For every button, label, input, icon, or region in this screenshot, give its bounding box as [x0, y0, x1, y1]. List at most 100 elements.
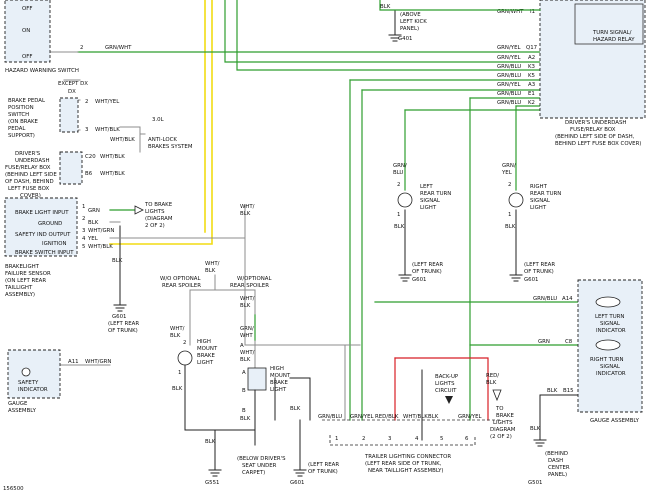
- lt-gnd-loc-1: (LEFT REAR: [412, 262, 443, 268]
- lt-name-3: SIGNAL: [420, 198, 440, 204]
- gauge-c8-wire: GRN: [538, 339, 550, 345]
- hm2-name-1: HIGH: [270, 366, 284, 372]
- sensor-name-4: TAILLIGHT: [4, 285, 33, 291]
- hazard-off-top-label: OFF: [22, 6, 32, 12]
- to-brake-line-1: TO BRAKE: [144, 202, 173, 208]
- gauge-gnd-loc-4: PANEL): [548, 472, 567, 478]
- sensor-row-4: IGNITION: [42, 241, 67, 247]
- left-rear-turn-light: GRN/ BLU 2 1 LEFT REAR TURN SIGNAL LIGHT…: [393, 163, 451, 283]
- relay-pin-6: A3: [528, 82, 535, 88]
- hm1-wire-top-1: WHT/: [170, 326, 185, 332]
- right-box-name-3: (BEHIND LEFT SIDE OF DASH,: [555, 134, 635, 140]
- conn-pin-6: 6: [465, 436, 469, 442]
- g401-loc-3: PANEL): [400, 26, 419, 32]
- gauge-left-3: INDICATOR: [596, 328, 626, 334]
- hm2-wire-a-1: WHT/: [240, 296, 255, 302]
- lt-wire-top-1: GRN/: [393, 163, 407, 169]
- hm1-name-1: HIGH: [197, 339, 211, 345]
- relay-wire-4: GRN/BLU: [497, 64, 521, 70]
- sensor-name-3: (ON LEFT REAR: [5, 278, 46, 284]
- hm2-name-2: MOUNT: [270, 373, 291, 379]
- hazard-pin-label: 2: [80, 45, 83, 51]
- lt-name-4: LIGHT: [420, 205, 437, 211]
- g401-loc-1: (ABOVE: [400, 12, 421, 18]
- hm2-pin-b2: B: [242, 408, 246, 414]
- lt-gnd-loc-2: OF TRUNK): [412, 269, 442, 275]
- rt-name-1: RIGHT: [530, 184, 548, 190]
- sensor-wire-3: WHT/GRN: [88, 228, 114, 234]
- g551-loc-3: CARPET): [242, 470, 265, 476]
- ground-g551: BLK (BELOW DRIVER'S SEAT UNDER CARPET) G…: [205, 429, 286, 486]
- sensor-wire-5: WHT/BLK: [88, 244, 113, 250]
- indicator-lamp-icon: [21, 367, 31, 377]
- left-box-name-3: FUSE/RELAY BOX: [5, 165, 51, 171]
- left-box-name-2: UNDERDASH: [15, 158, 50, 164]
- ground-icon: [509, 274, 523, 282]
- v30-label: 3.0L: [152, 117, 164, 123]
- sensor-wire-2: BLK: [88, 220, 99, 226]
- relay-pin-2: Q17: [526, 45, 537, 51]
- hm1-wire-top-2: BLK: [170, 333, 181, 339]
- left-box-name-6: LEFT FUSE BOX: [8, 186, 50, 192]
- hazard-warning-switch: OFF ON OFF HAZARD WARNING SWITCH 2 GRN/W…: [4, 0, 132, 74]
- diagram-code: 156500: [3, 486, 24, 492]
- hazard-switch-name: HAZARD WARNING SWITCH: [5, 68, 79, 74]
- brake-switch-name-4: (ON BRAKE: [8, 119, 39, 125]
- gauge-b15-wire: BLK: [547, 388, 558, 394]
- hm2-wire-c-1: WHT/: [240, 350, 255, 356]
- gauge-gnd: G501: [528, 480, 542, 486]
- relay-name-2: HAZARD RELAY: [593, 37, 635, 43]
- conn-to-brake-4: DIAGRAM: [490, 427, 516, 433]
- hm1-pin-1: 1: [178, 370, 181, 376]
- conn-wire-1: GRN/BLU: [318, 414, 342, 420]
- conn-wire-6: GRN/YEL: [458, 414, 481, 420]
- g601b-loc-2: OF TRUNK): [308, 469, 338, 475]
- relay-wire-6: GRN/YEL: [497, 82, 520, 88]
- gauge-c8-pin: C8: [565, 339, 573, 345]
- c20-pin: C20: [85, 154, 96, 160]
- hm1-name-4: LIGHT: [197, 360, 214, 366]
- gauge-gnd-loc-2: DASH: [548, 458, 563, 464]
- conn-pin-1: 1: [335, 436, 338, 442]
- c20-wire: WHT/BLK: [100, 154, 125, 160]
- conn-wire-2: GRN/YEL: [350, 414, 373, 420]
- conn-backup-3: CIRCUIT: [435, 388, 457, 394]
- sensor-name-1: BRAKELIGHT: [5, 264, 40, 270]
- rt-pin-2: 2: [508, 182, 511, 188]
- lt-name-1: LEFT: [420, 184, 433, 190]
- relay-pin-7: E1: [528, 91, 535, 97]
- conn-wire-5: BLK: [428, 414, 439, 420]
- center-wht-blk-1a: WHT/: [240, 204, 255, 210]
- gauge-a14-pin: A14: [562, 296, 573, 302]
- relay-pin-8: K2: [528, 100, 535, 106]
- lt-name-2: REAR TURN: [420, 191, 451, 197]
- to-brake-line-3: (DIAGRAM: [145, 216, 173, 222]
- trailer-lighting-connector: GRN/BLU GRN/YEL RED/BLK WHT/BLK BLK GRN/…: [318, 373, 516, 474]
- safety-ind-line-2: INDICATOR: [18, 387, 48, 393]
- g601b-label: G601: [290, 480, 304, 486]
- conn-to-brake-3: LIGHTS: [493, 420, 513, 426]
- rt-name-2: REAR TURN: [530, 191, 561, 197]
- right-turn-indicator-icon: [595, 339, 621, 351]
- sensor-pin-3: 3: [82, 228, 85, 234]
- sensor-row-5: BRAKE SWITCH INPUT: [15, 250, 74, 256]
- g401-wire: BLK: [380, 4, 391, 10]
- g401-loc-2: LEFT KICK: [400, 19, 427, 25]
- hm1-wire-bot: BLK: [172, 386, 183, 392]
- conn-wire-3: RED/BLK: [375, 414, 399, 420]
- right-box-name-1: DRIVER'S UNDERDASH: [565, 120, 626, 126]
- ground-icon: [293, 469, 307, 477]
- hazard-on-label: ON: [22, 28, 30, 34]
- ground-icon: [533, 439, 547, 447]
- rt-pin-1: 1: [508, 212, 511, 218]
- left-box-name-1: DRIVER'S: [15, 151, 41, 157]
- bulb-icon: [397, 192, 413, 208]
- lt-pin-1: 1: [397, 212, 400, 218]
- sensor-row-3: SAFETY IND OUTPUT: [15, 232, 71, 238]
- sensor-pin-1: 1: [82, 204, 85, 210]
- w-spoiler-1: W/OPTIONAL: [237, 276, 272, 282]
- conn-backup-2: LIGHTS: [435, 381, 455, 387]
- gauge-right-1: RIGHT TURN: [590, 357, 624, 363]
- to-brake-line-2: LIGHTS: [145, 209, 165, 215]
- conn-name-2: (LEFT REAR SIDE OF TRUNK,: [365, 461, 442, 467]
